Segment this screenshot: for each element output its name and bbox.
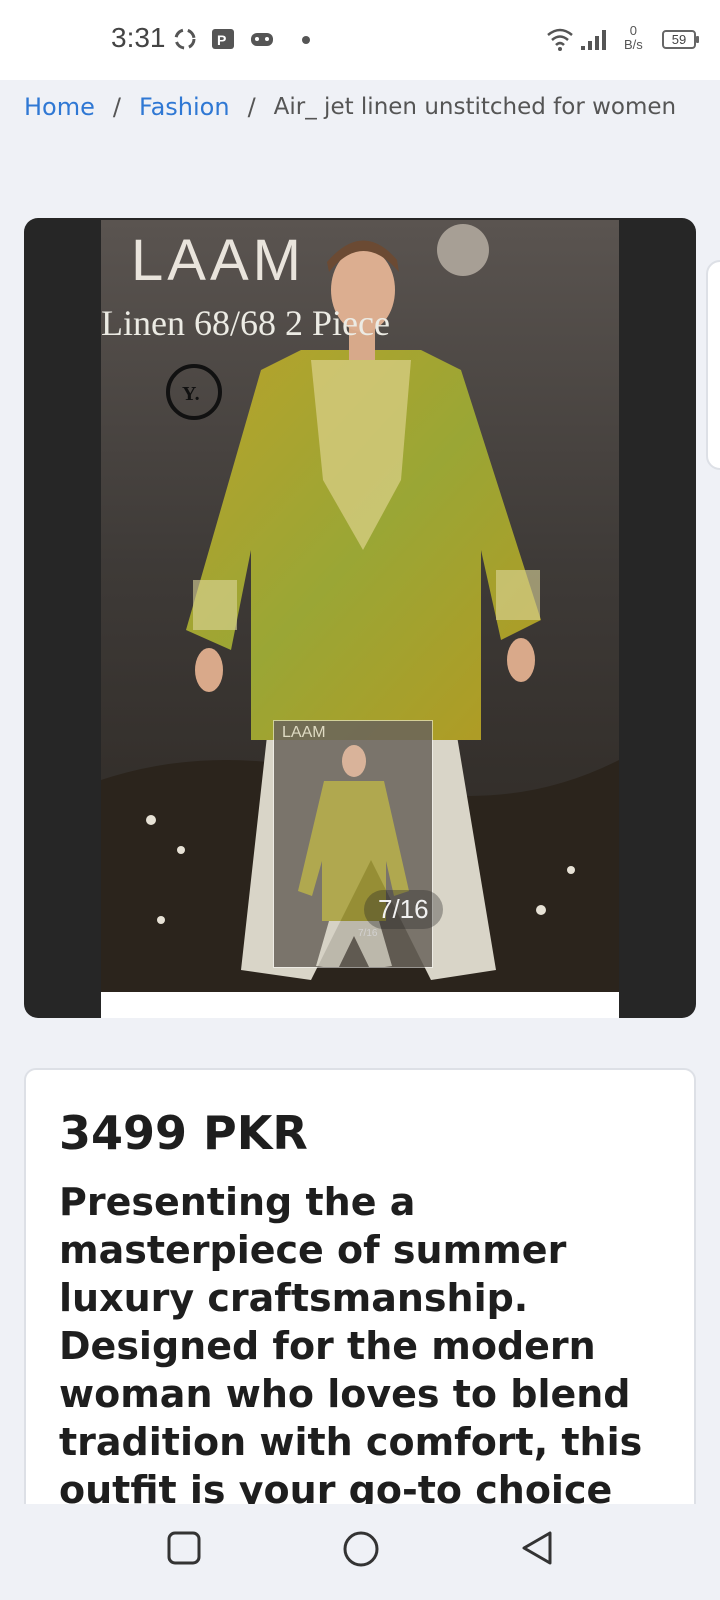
notification-dot-icon <box>302 36 310 44</box>
image-brand-text: LAAM <box>131 228 305 293</box>
zoom-preview-thumbnail: LAAM 7/16 <box>273 720 433 968</box>
battery-icon: 59 <box>662 30 699 49</box>
net-speed-unit: B/s <box>624 37 643 52</box>
image-bottom-strip <box>101 992 619 1018</box>
signal-icon <box>580 26 610 56</box>
status-time: 3:31 <box>111 22 166 53</box>
status-bar: 3:31 P 0 B/s 59 <box>0 0 720 80</box>
net-speed-value: 0 <box>629 23 638 38</box>
product-gallery[interactable]: LAAM Linen 68/68 2 Piece Y. LAAM 7/16 7/… <box>24 218 696 1018</box>
navigation-bar <box>0 1504 720 1600</box>
image-logo-letter: Y. <box>182 383 200 405</box>
svg-text:P: P <box>217 32 226 48</box>
sync-icon <box>172 26 198 56</box>
recent-apps-icon[interactable] <box>166 1530 202 1570</box>
breadcrumb-current: Air_ jet linen unstitched for women <box>273 94 677 120</box>
svg-text:LAAM: LAAM <box>282 724 326 741</box>
breadcrumb-home-link[interactable]: Home <box>24 93 95 121</box>
breadcrumb: Home / Fashion / Air_ jet linen unstitch… <box>24 90 676 124</box>
gamepad-icon <box>249 26 275 56</box>
product-price: 3499 PKR <box>59 1106 308 1160</box>
net-speed: 0 B/s <box>624 24 643 52</box>
breadcrumb-fashion-link[interactable]: Fashion <box>139 93 230 121</box>
back-icon[interactable] <box>520 1530 556 1570</box>
breadcrumb-separator: / <box>112 93 121 121</box>
image-counter: 7/16 <box>364 890 443 929</box>
breadcrumb-separator: / <box>247 93 256 121</box>
image-caption-text: Linen 68/68 2 Piece <box>101 303 390 343</box>
side-panel-tab[interactable] <box>706 260 720 470</box>
thumb-counter: 7/16 <box>358 928 378 939</box>
home-icon[interactable] <box>342 1530 380 1572</box>
wifi-icon <box>546 26 574 56</box>
parking-icon: P <box>210 26 236 56</box>
